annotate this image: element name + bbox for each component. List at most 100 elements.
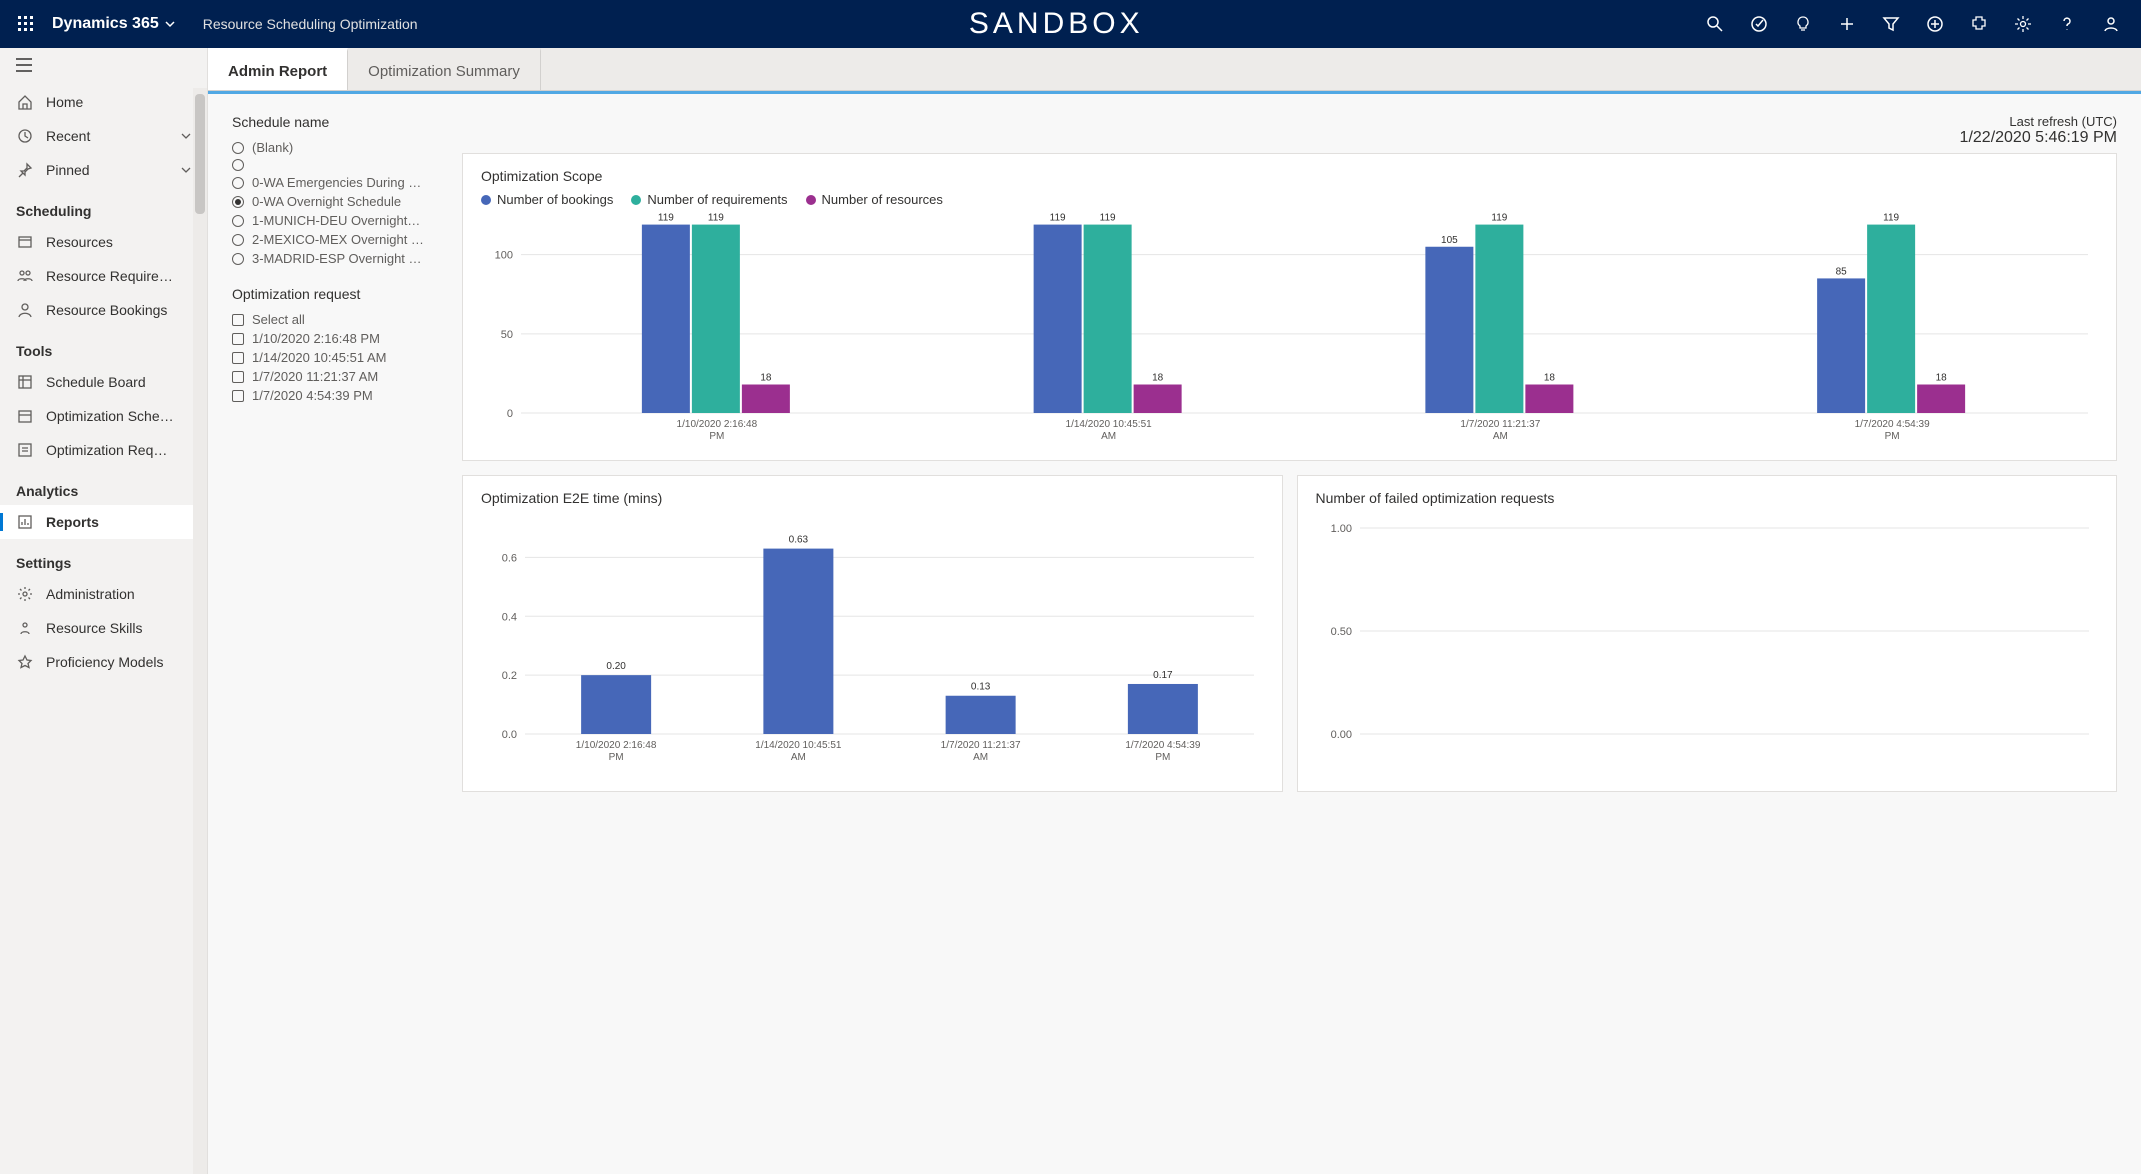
svg-text:PM: PM <box>1155 752 1170 763</box>
sidebar-item-schedule-board[interactable]: Schedule Board <box>0 365 207 399</box>
sidebar-label: Schedule Board <box>46 374 146 390</box>
sidebar-item-resource-require[interactable]: Resource Require… <box>0 259 207 293</box>
opt-request-filter-item[interactable]: 1/7/2020 4:54:39 PM <box>232 386 432 405</box>
person-icon <box>16 301 34 319</box>
lightbulb-icon[interactable] <box>1783 0 1823 48</box>
tabs: Admin Report Optimization Summary <box>208 48 2141 91</box>
help-icon[interactable] <box>2047 0 2087 48</box>
sidebar-item-administration[interactable]: Administration <box>0 577 207 611</box>
svg-text:0.4: 0.4 <box>502 611 517 623</box>
svg-text:PM: PM <box>609 752 624 763</box>
top-bar: Dynamics 365 Resource Scheduling Optimiz… <box>0 0 2141 48</box>
settings-extension-icon[interactable] <box>1959 0 1999 48</box>
svg-text:119: 119 <box>1050 213 1066 224</box>
app-launcher-icon[interactable] <box>10 8 42 40</box>
sidebar-item-resources[interactable]: Resources <box>0 225 207 259</box>
radio-icon <box>232 234 244 246</box>
svg-text:0.50: 0.50 <box>1330 626 1351 638</box>
sidebar-item-resource-bookings[interactable]: Resource Bookings <box>0 293 207 327</box>
opt-request-filter-item[interactable]: 1/14/2020 10:45:51 AM <box>232 348 432 367</box>
add-circle-icon[interactable] <box>1915 0 1955 48</box>
filter-icon[interactable] <box>1871 0 1911 48</box>
chevron-down-icon <box>181 162 191 178</box>
sidebar-item-optimization-sche[interactable]: Optimization Sche… <box>0 399 207 433</box>
user-icon[interactable] <box>2091 0 2131 48</box>
checkbox-icon <box>232 390 244 402</box>
sidebar-item-proficiency-models[interactable]: Proficiency Models <box>0 645 207 679</box>
sidebar-label: Recent <box>46 128 90 144</box>
svg-text:119: 119 <box>708 213 724 224</box>
svg-text:1/10/2020 2:16:48: 1/10/2020 2:16:48 <box>576 740 657 751</box>
gear-icon[interactable] <box>2003 0 2043 48</box>
legend-bookings[interactable]: Number of bookings <box>481 192 613 207</box>
sidebar-item-home[interactable]: Home <box>0 85 207 119</box>
group-header-settings: Settings <box>0 539 207 577</box>
sidebar-item-optimization-req[interactable]: Optimization Req… <box>0 433 207 467</box>
checkbox-icon <box>232 333 244 345</box>
svg-text:PM: PM <box>1885 431 1900 442</box>
sidebar-item-resource-skills[interactable]: Resource Skills <box>0 611 207 645</box>
plus-icon[interactable] <box>1827 0 1867 48</box>
task-icon[interactable] <box>1739 0 1779 48</box>
svg-text:0.17: 0.17 <box>1153 670 1173 681</box>
svg-text:85: 85 <box>1836 266 1848 277</box>
chart-legend: Number of bookings Number of requirement… <box>481 192 2098 207</box>
brand-label: Dynamics 365 <box>52 15 159 33</box>
opt-request-filter-item[interactable]: 1/7/2020 11:21:37 AM <box>232 367 432 386</box>
home-icon <box>16 93 34 111</box>
topbar-actions <box>1695 0 2131 48</box>
schedule-filter-item[interactable]: 3-MADRID-ESP Overnight … <box>232 249 432 268</box>
schedule-filter-item[interactable]: 0-WA Overnight Schedule <box>232 192 432 211</box>
content-area: Admin Report Optimization Summary Schedu… <box>208 48 2141 1174</box>
sidebar: Home Recent Pinned Scheduling Resources … <box>0 48 208 1174</box>
filter-label: 0-WA Emergencies During … <box>252 175 421 190</box>
sidebar-item-reports[interactable]: Reports <box>0 505 207 539</box>
tab-admin-report[interactable]: Admin Report <box>208 48 348 90</box>
schedule-filter-item[interactable]: 1-MUNICH-DEU Overnight… <box>232 211 432 230</box>
radio-icon <box>232 159 244 171</box>
charts-area: Last refresh (UTC) 1/22/2020 5:46:19 PM … <box>462 114 2117 806</box>
radio-icon <box>232 215 244 227</box>
chart-title: Optimization Scope <box>481 168 2098 184</box>
svg-text:0.6: 0.6 <box>502 552 517 564</box>
filter-label: 1/7/2020 11:21:37 AM <box>252 369 378 384</box>
svg-text:50: 50 <box>501 329 513 341</box>
svg-text:1/14/2020 10:45:51: 1/14/2020 10:45:51 <box>755 740 842 751</box>
legend-resources[interactable]: Number of resources <box>806 192 943 207</box>
svg-text:AM: AM <box>973 752 988 763</box>
opt-request-filter-item[interactable]: 1/10/2020 2:16:48 PM <box>232 329 432 348</box>
sidebar-label: Resource Skills <box>46 620 142 636</box>
filter-label: 2-MEXICO-MEX Overnight … <box>252 232 424 247</box>
filter-label: Select all <box>252 312 305 327</box>
schedule-filter-item[interactable]: 0-WA Emergencies During … <box>232 173 432 192</box>
svg-text:119: 119 <box>658 213 674 224</box>
group-header-analytics: Analytics <box>0 467 207 505</box>
sidebar-item-recent[interactable]: Recent <box>0 119 207 153</box>
sidebar-scrollbar[interactable] <box>193 88 207 1174</box>
filter-label: 1-MUNICH-DEU Overnight… <box>252 213 420 228</box>
svg-text:0.63: 0.63 <box>789 535 809 546</box>
calendar-icon <box>16 407 34 425</box>
radio-icon <box>232 177 244 189</box>
tab-optimization-summary[interactable]: Optimization Summary <box>348 48 541 90</box>
schedule-filter-item[interactable]: (Blank) <box>232 138 432 157</box>
svg-text:0.00: 0.00 <box>1330 729 1351 741</box>
environment-badge: SANDBOX <box>418 7 1695 41</box>
failed-chart-svg: 0.000.501.00 <box>1316 514 2099 774</box>
filter-label: 1/14/2020 10:45:51 AM <box>252 350 386 365</box>
filter-label: 3-MADRID-ESP Overnight … <box>252 251 422 266</box>
filter-label: 1/10/2020 2:16:48 PM <box>252 331 380 346</box>
brand-dropdown[interactable]: Dynamics 365 <box>52 15 175 33</box>
schedule-filter-item[interactable] <box>232 157 432 173</box>
legend-requirements[interactable]: Number of requirements <box>631 192 787 207</box>
svg-text:AM: AM <box>1493 431 1508 442</box>
sidebar-label: Optimization Req… <box>46 442 167 458</box>
svg-text:18: 18 <box>1544 373 1556 384</box>
svg-text:AM: AM <box>791 752 806 763</box>
schedule-filter-item[interactable]: 2-MEXICO-MEX Overnight … <box>232 230 432 249</box>
chevron-down-icon <box>181 128 191 144</box>
sidebar-toggle[interactable] <box>0 48 207 85</box>
opt-request-filter-item[interactable]: Select all <box>232 310 432 329</box>
sidebar-item-pinned[interactable]: Pinned <box>0 153 207 187</box>
search-icon[interactable] <box>1695 0 1735 48</box>
